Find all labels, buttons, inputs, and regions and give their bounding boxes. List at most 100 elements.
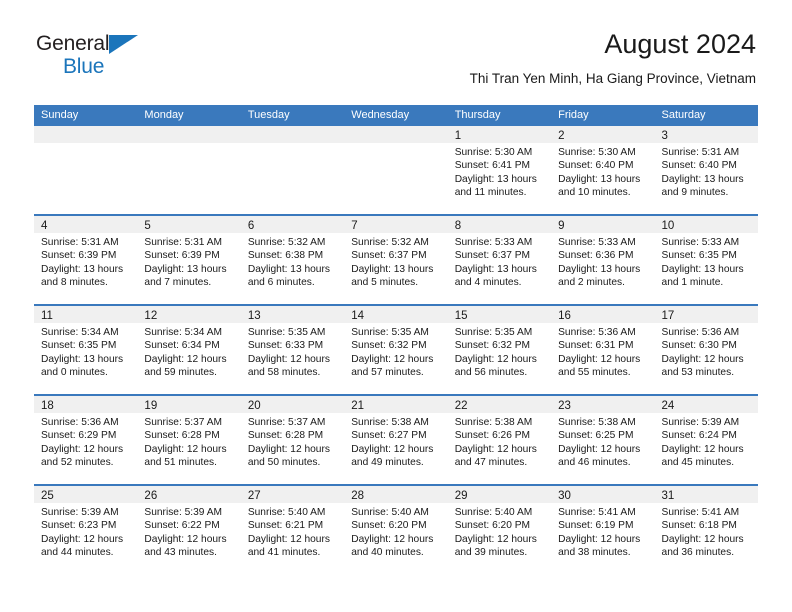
day-cell[interactable]: 10 Sunrise: 5:33 AM Sunset: 6:35 PM Dayligh… <box>654 216 758 304</box>
day-detail-line: and 56 minutes. <box>454 367 528 379</box>
day-number: 20 <box>247 400 261 412</box>
day-number: 12 <box>144 310 158 322</box>
day-detail-line: Sunset: 6:40 PM <box>558 160 634 172</box>
day-cell[interactable]: 5 Sunrise: 5:31 AM Sunset: 6:39 PM Daylight… <box>137 216 241 304</box>
day-number: 11 <box>41 310 53 322</box>
day-cell[interactable]: 21 Sunrise: 5:38 AM Sunset: 6:27 PM Dayligh… <box>344 396 448 484</box>
day-number-band: 22 <box>447 396 552 413</box>
day-cell[interactable]: 6 Sunrise: 5:32 AM Sunset: 6:38 PM Daylight… <box>240 216 345 304</box>
day-detail-line: and 40 minutes. <box>351 547 424 559</box>
day-detail-line: Sunset: 6:39 PM <box>144 250 220 262</box>
day-detail-line: Sunset: 6:35 PM <box>661 250 737 262</box>
day-cell[interactable]: 31 Sunrise: 5:41 AM Sunset: 6:18 PM Dayligh… <box>654 486 758 574</box>
day-number: 26 <box>144 490 158 502</box>
day-detail-line: Sunrise: 5:32 AM <box>247 237 326 248</box>
day-detail-line: and 36 minutes. <box>661 547 735 559</box>
day-cell-empty <box>34 126 138 214</box>
calendar-grid: Sunday Monday Tuesday Wednesday Thursday Frid… <box>34 105 758 574</box>
day-detail-line: and 50 minutes. <box>247 457 321 469</box>
day-cell[interactable]: 22 Sunrise: 5:38 AM Sunset: 6:26 PM Dayligh… <box>447 396 552 484</box>
day-number: 14 <box>351 310 365 322</box>
day-cell[interactable]: 9 Sunrise: 5:33 AM Sunset: 6:36 PM Daylight… <box>551 216 655 304</box>
day-cell[interactable]: 17 Sunrise: 5:36 AM Sunset: 6:30 PM Dayligh… <box>654 306 758 394</box>
day-number-band <box>34 126 138 143</box>
day-detail-line: and 55 minutes. <box>558 367 631 379</box>
day-cell[interactable]: 30 Sunrise: 5:41 AM Sunset: 6:19 PM Dayligh… <box>551 486 655 574</box>
day-detail-line: Sunrise: 5:36 AM <box>661 327 740 338</box>
day-detail-line: Sunset: 6:22 PM <box>144 520 220 532</box>
day-details: Sunrise: 5:33 AM Sunset: 6:35 PM Daylight:… <box>655 233 758 290</box>
day-number: 9 <box>558 220 565 232</box>
day-number-band: 15 <box>447 306 552 323</box>
day-detail-line: Sunrise: 5:36 AM <box>41 417 119 428</box>
day-detail-line: and 52 minutes. <box>41 457 114 469</box>
day-cell[interactable]: 3 Sunrise: 5:31 AM Sunset: 6:40 PM Daylight… <box>654 126 758 214</box>
day-cell[interactable]: 13 Sunrise: 5:35 AM Sunset: 6:33 PM Dayligh… <box>240 306 345 394</box>
day-detail-line: Sunset: 6:21 PM <box>247 520 324 532</box>
day-detail-line: Sunset: 6:38 PM <box>247 250 324 262</box>
day-detail-line: Sunrise: 5:39 AM <box>144 507 223 518</box>
day-number: 8 <box>454 220 462 232</box>
day-number-band: 26 <box>137 486 241 503</box>
day-detail-line: and 8 minutes. <box>41 277 108 289</box>
day-cell[interactable]: 7 Sunrise: 5:32 AM Sunset: 6:37 PM Daylight… <box>344 216 448 304</box>
day-details: Sunrise: 5:31 AM Sunset: 6:39 PM Daylight:… <box>34 233 137 290</box>
day-detail-line: Sunrise: 5:33 AM <box>558 237 636 248</box>
day-cell[interactable]: 29 Sunrise: 5:40 AM Sunset: 6:20 PM Dayligh… <box>447 486 552 574</box>
day-detail-line: Daylight: 13 hours <box>41 263 124 275</box>
day-detail-line: Sunset: 6:20 PM <box>351 520 427 532</box>
day-detail-line: and 1 minute. <box>661 277 724 289</box>
day-cell[interactable]: 23 Sunrise: 5:38 AM Sunset: 6:25 PM Dayligh… <box>551 396 655 484</box>
day-cell[interactable]: 2 Sunrise: 5:30 AM Sunset: 6:40 PM Daylight… <box>551 126 655 214</box>
day-details: Sunrise: 5:40 AM Sunset: 6:20 PM Daylight:… <box>448 503 551 560</box>
day-cell[interactable]: 4 Sunrise: 5:31 AM Sunset: 6:39 PM Daylight… <box>34 216 138 304</box>
day-detail-line: Sunrise: 5:35 AM <box>247 327 326 338</box>
day-detail-line: Sunrise: 5:39 AM <box>661 417 740 428</box>
day-detail-line: Sunset: 6:23 PM <box>41 520 117 532</box>
day-cell[interactable]: 16 Sunrise: 5:36 AM Sunset: 6:31 PM Dayligh… <box>551 306 655 394</box>
day-cell[interactable]: 19 Sunrise: 5:37 AM Sunset: 6:28 PM Dayligh… <box>137 396 241 484</box>
day-details: Sunrise: 5:40 AM Sunset: 6:21 PM Daylight:… <box>241 503 344 560</box>
day-detail-line: and 5 minutes. <box>351 277 419 289</box>
day-cell[interactable]: 27 Sunrise: 5:40 AM Sunset: 6:21 PM Dayligh… <box>240 486 345 574</box>
day-number-band: 21 <box>344 396 448 413</box>
day-cell[interactable]: 8 Sunrise: 5:33 AM Sunset: 6:37 PM Daylight… <box>447 216 552 304</box>
day-cell[interactable]: 1 Sunrise: 5:30 AM Sunset: 6:41 PM Daylight… <box>447 126 552 214</box>
day-number: 31 <box>661 490 675 502</box>
day-detail-line: Sunset: 6:28 PM <box>247 430 324 442</box>
day-detail-line: Daylight: 12 hours <box>454 533 537 545</box>
day-detail-line: Sunset: 6:33 PM <box>247 340 324 352</box>
day-number: 6 <box>247 220 255 232</box>
day-cell[interactable]: 28 Sunrise: 5:40 AM Sunset: 6:20 PM Dayligh… <box>344 486 448 574</box>
day-number: 3 <box>661 130 668 142</box>
day-details: Sunrise: 5:35 AM Sunset: 6:32 PM Daylight:… <box>448 323 551 380</box>
day-details: Sunrise: 5:38 AM Sunset: 6:27 PM Daylight:… <box>344 413 447 470</box>
day-detail-line: and 59 minutes. <box>144 367 217 379</box>
day-cell-empty <box>137 126 241 214</box>
day-details: Sunrise: 5:32 AM Sunset: 6:37 PM Daylight:… <box>344 233 447 290</box>
day-cell[interactable]: 11 Sunrise: 5:34 AM Sunset: 6:35 PM Dayligh… <box>34 306 138 394</box>
day-number-band: 1 <box>447 126 552 143</box>
day-number-band: 17 <box>654 306 758 323</box>
day-cell[interactable]: 18 Sunrise: 5:36 AM Sunset: 6:29 PM Dayligh… <box>34 396 138 484</box>
day-cell[interactable]: 14 Sunrise: 5:35 AM Sunset: 6:32 PM Dayligh… <box>344 306 448 394</box>
day-cell[interactable]: 15 Sunrise: 5:35 AM Sunset: 6:32 PM Dayligh… <box>447 306 552 394</box>
day-cell[interactable]: 25 Sunrise: 5:39 AM Sunset: 6:23 PM Dayligh… <box>34 486 138 574</box>
day-number: 13 <box>247 310 261 322</box>
day-detail-line: Sunrise: 5:34 AM <box>144 327 223 338</box>
title-block: August 2024 Thi Tran Yen Minh, Ha Giang … <box>470 28 756 89</box>
day-detail-line: Daylight: 12 hours <box>144 443 227 455</box>
day-cell[interactable]: 12 Sunrise: 5:34 AM Sunset: 6:34 PM Dayligh… <box>137 306 241 394</box>
day-number: 27 <box>247 490 261 502</box>
day-cell[interactable]: 20 Sunrise: 5:37 AM Sunset: 6:28 PM Dayligh… <box>240 396 345 484</box>
day-cell[interactable]: 26 Sunrise: 5:39 AM Sunset: 6:22 PM Dayligh… <box>137 486 241 574</box>
day-details: Sunrise: 5:41 AM Sunset: 6:18 PM Daylight:… <box>655 503 758 560</box>
day-detail-line: Sunset: 6:37 PM <box>454 250 531 262</box>
day-detail-line: Daylight: 13 hours <box>144 263 227 275</box>
day-cell[interactable]: 24 Sunrise: 5:39 AM Sunset: 6:24 PM Dayligh… <box>654 396 758 484</box>
day-details: Sunrise: 5:34 AM Sunset: 6:34 PM Daylight:… <box>137 323 240 380</box>
day-detail-line: Daylight: 13 hours <box>558 173 641 185</box>
day-detail-line: Sunrise: 5:38 AM <box>558 417 636 428</box>
brand-logo[interactable]: General Blue <box>36 33 236 89</box>
calendar-week-row: 1 Sunrise: 5:30 AM Sunset: 6:41 PM Daylight… <box>34 126 758 214</box>
